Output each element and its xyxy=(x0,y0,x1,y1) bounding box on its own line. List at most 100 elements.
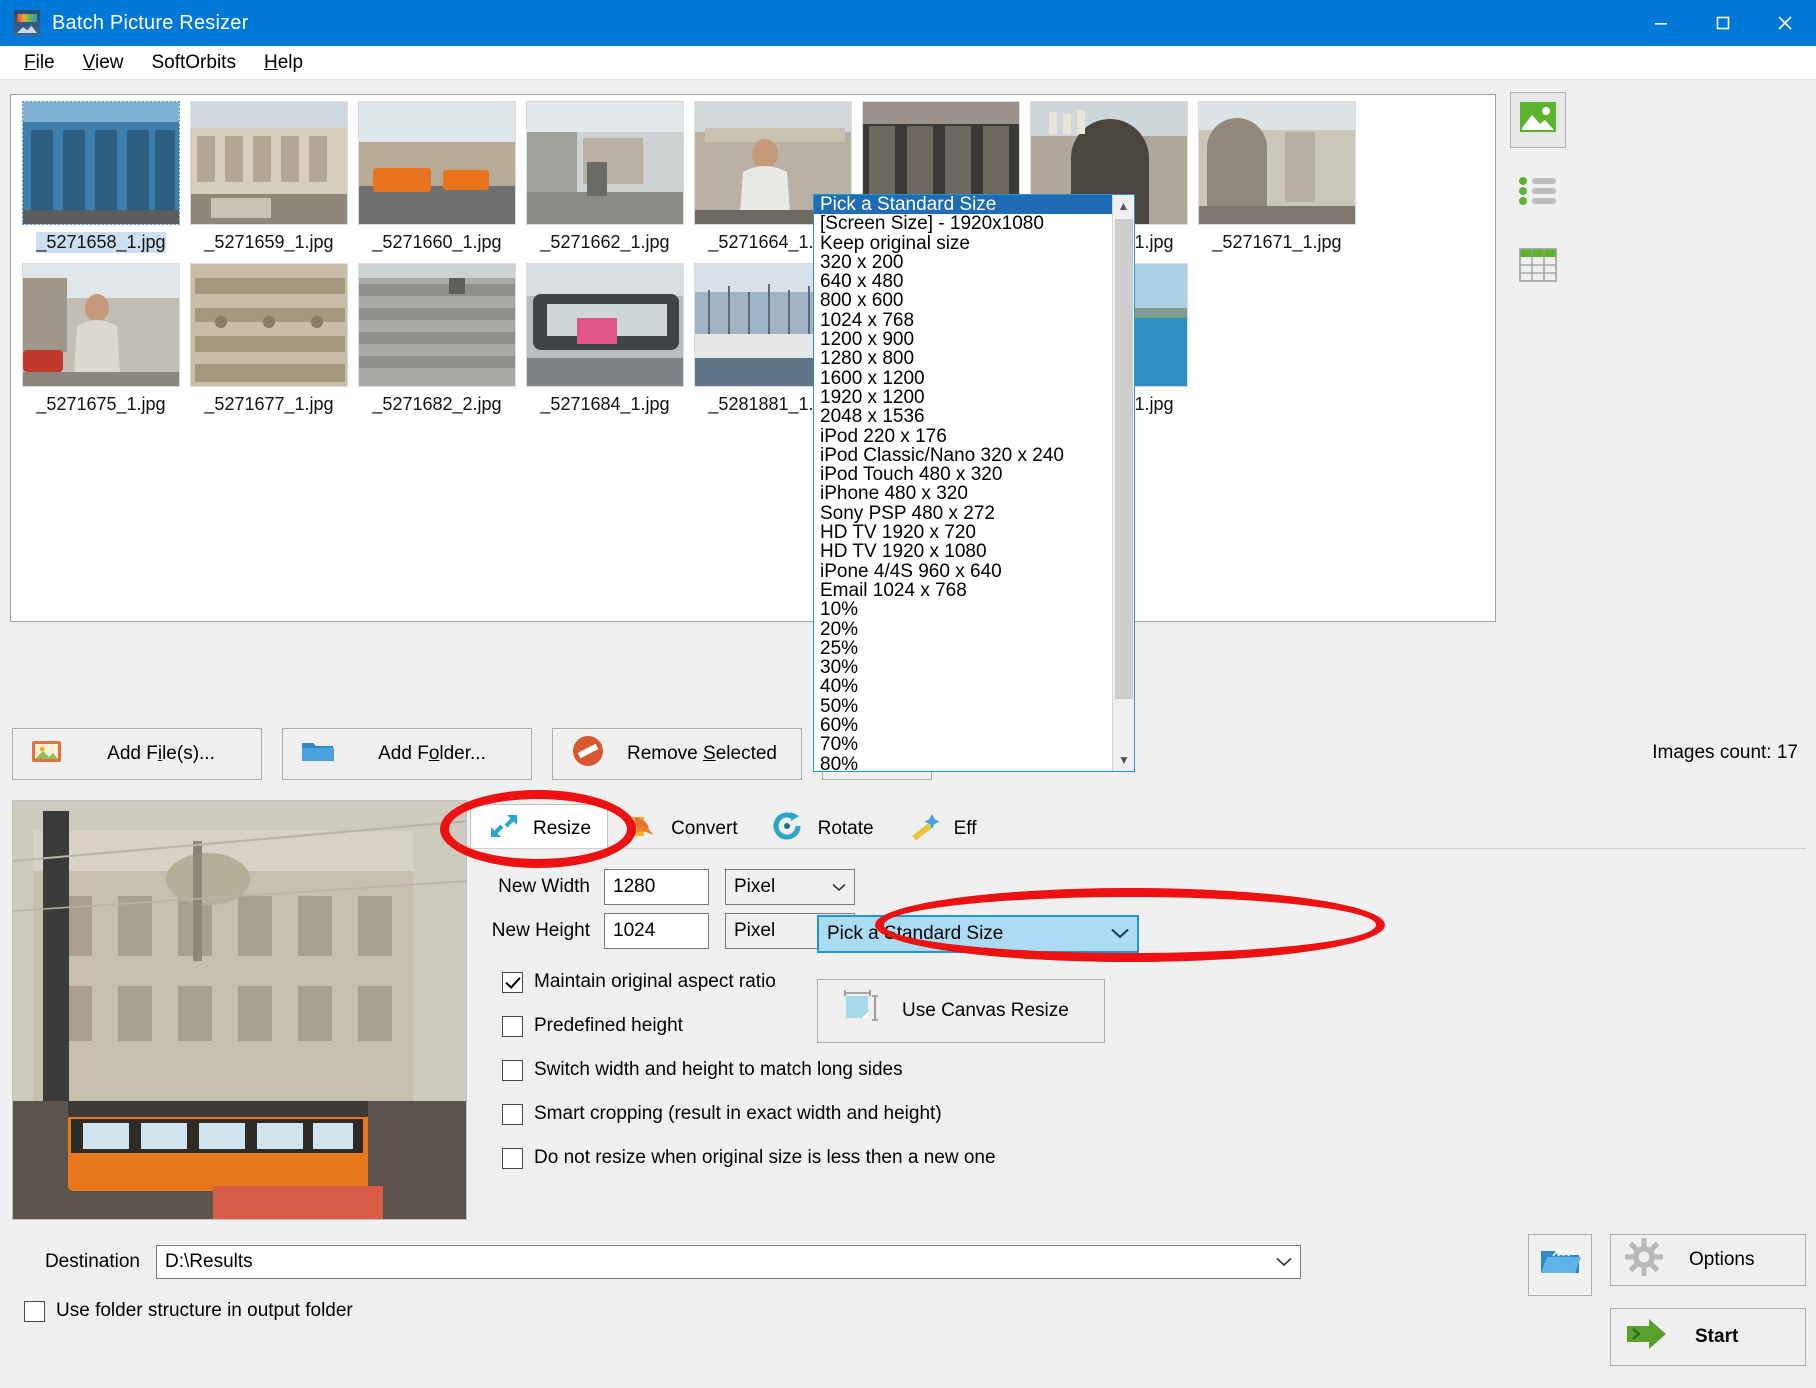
thumbnail-image[interactable] xyxy=(526,101,684,225)
new-width-input[interactable]: 1280 xyxy=(604,869,709,905)
standard-size-select[interactable]: Pick a Standard Size xyxy=(817,915,1139,953)
dropdown-scrollbar[interactable]: ▲ ▼ xyxy=(1112,195,1134,771)
thumbnail-image[interactable] xyxy=(358,263,516,387)
thumbnails-view-button[interactable] xyxy=(1510,92,1566,148)
resize-option-row[interactable]: Switch width and height to match long si… xyxy=(502,1059,1806,1081)
resize-option-checkbox[interactable] xyxy=(502,1016,523,1037)
dropdown-item[interactable]: 60% xyxy=(814,716,1134,735)
resize-option-checkbox[interactable] xyxy=(502,1148,523,1169)
use-folder-structure-checkbox[interactable] xyxy=(24,1301,45,1322)
thumbnail-image[interactable] xyxy=(190,263,348,387)
thumbnail-image[interactable] xyxy=(22,263,180,387)
browse-destination-button[interactable] xyxy=(1528,1234,1592,1296)
add-files-button[interactable]: Add File(s)... xyxy=(12,728,262,780)
dropdown-item[interactable]: 40% xyxy=(814,677,1134,696)
dropdown-item[interactable]: Email 1024 x 768 xyxy=(814,581,1134,600)
list-view-button[interactable] xyxy=(1510,166,1566,222)
thumbnail-image[interactable] xyxy=(22,101,180,225)
menu-item-softorbits[interactable]: SoftOrbits xyxy=(137,49,249,77)
thumbnail-item[interactable]: _5271662_1.jpg xyxy=(524,101,686,253)
dropdown-item[interactable]: 1920 x 1200 xyxy=(814,388,1134,407)
dropdown-item[interactable]: 1280 x 800 xyxy=(814,349,1134,368)
scroll-up-arrow-icon[interactable]: ▲ xyxy=(1113,195,1134,217)
chevron-down-icon[interactable] xyxy=(1276,1251,1292,1273)
resize-option-row[interactable]: Smart cropping (result in exact width an… xyxy=(502,1103,1806,1125)
resize-option-checkbox[interactable] xyxy=(502,972,523,993)
remove-selected-label: Remove Selected xyxy=(621,743,783,765)
dropdown-item[interactable]: 2048 x 1536 xyxy=(814,407,1134,426)
dropdown-item[interactable]: Sony PSP 480 x 272 xyxy=(814,504,1134,523)
thumbnail-filename: _5271675_1.jpg xyxy=(36,394,165,415)
thumbnail-item[interactable]: _5271677_1.jpg xyxy=(188,263,350,415)
dropdown-item[interactable]: [Screen Size] - 1920x1080 xyxy=(814,214,1134,233)
thumbnail-item[interactable]: _5271682_2.jpg xyxy=(356,263,518,415)
scroll-down-arrow-icon[interactable]: ▼ xyxy=(1113,749,1135,771)
dropdown-item[interactable]: Keep original size xyxy=(814,234,1134,253)
dropdown-item[interactable]: 1024 x 768 xyxy=(814,311,1134,330)
resize-option-row[interactable]: Do not resize when original size is less… xyxy=(502,1147,1806,1169)
thumbnail-item[interactable]: _5271659_1.jpg xyxy=(188,101,350,253)
use-folder-structure-row[interactable]: Use folder structure in output folder xyxy=(24,1300,353,1322)
table-view-button[interactable] xyxy=(1510,240,1566,296)
thumbnail-item[interactable]: _5271660_1.jpg xyxy=(356,101,518,253)
use-canvas-resize-button[interactable]: Use Canvas Resize xyxy=(817,979,1105,1043)
tab-effects[interactable]: Eff xyxy=(891,804,994,852)
dropdown-item[interactable]: iPod Classic/Nano 320 x 240 xyxy=(814,446,1134,465)
maximize-button[interactable] xyxy=(1692,0,1754,46)
dropdown-item[interactable]: 1600 x 1200 xyxy=(814,369,1134,388)
dropdown-item[interactable]: iPod Touch 480 x 320 xyxy=(814,465,1134,484)
dropdown-item[interactable]: 640 x 480 xyxy=(814,272,1134,291)
options-button[interactable]: Options xyxy=(1610,1234,1806,1286)
destination-input[interactable]: D:\Results xyxy=(156,1245,1301,1279)
dropdown-item[interactable]: 320 x 200 xyxy=(814,253,1134,272)
new-width-unit-select[interactable]: Pixel xyxy=(725,869,855,905)
tab-rotate-label: Rotate xyxy=(818,818,874,840)
dropdown-item[interactable]: 10% xyxy=(814,600,1134,619)
tab-resize[interactable]: Resize xyxy=(470,804,608,852)
start-button[interactable]: Start xyxy=(1610,1308,1806,1366)
dropdown-item[interactable]: Pick a Standard Size xyxy=(814,195,1134,214)
minimize-button[interactable] xyxy=(1630,0,1692,46)
remove-selected-button[interactable]: Remove Selected xyxy=(552,728,802,780)
dropdown-item[interactable]: iPod 220 x 176 xyxy=(814,427,1134,446)
table-view-icon xyxy=(1519,248,1557,288)
thumbnail-item[interactable]: _5271658_1.jpg xyxy=(20,101,182,253)
resize-option-row[interactable]: Predefined height xyxy=(502,1015,1806,1037)
menu-item-view[interactable]: View xyxy=(69,49,138,77)
dropdown-item[interactable]: 20% xyxy=(814,620,1134,639)
dropdown-item[interactable]: iPhone 480 x 320 xyxy=(814,484,1134,503)
dropdown-item[interactable]: HD TV 1920 x 720 xyxy=(814,523,1134,542)
resize-option-checkbox[interactable] xyxy=(502,1060,523,1081)
thumbnail-item[interactable]: _5271684_1.jpg xyxy=(524,263,686,415)
dropdown-item[interactable]: 1200 x 900 xyxy=(814,330,1134,349)
tab-convert[interactable]: Convert xyxy=(608,804,755,852)
thumbnail-image[interactable] xyxy=(358,101,516,225)
thumbnail-item[interactable]: _5271671_1.jpg xyxy=(1196,101,1358,253)
menu-item-help-rest: elp xyxy=(278,52,303,73)
dropdown-item[interactable]: 50% xyxy=(814,697,1134,716)
close-button[interactable] xyxy=(1754,0,1816,46)
add-folder-button[interactable]: Add Folder... xyxy=(282,728,532,780)
dropdown-item[interactable]: 70% xyxy=(814,735,1134,754)
dropdown-item[interactable]: 80% xyxy=(814,755,1134,772)
add-files-label: Add File(s)... xyxy=(79,743,243,765)
dropdown-item[interactable]: 800 x 600 xyxy=(814,291,1134,310)
resize-option-checkbox[interactable] xyxy=(502,1104,523,1125)
open-folder-icon xyxy=(1539,1245,1581,1285)
resize-option-row[interactable]: Maintain original aspect ratio xyxy=(502,971,1806,993)
thumbnail-list-panel[interactable]: _5271658_1.jpg _5271659_1.jpg _5271660_1… xyxy=(10,94,1496,622)
dropdown-item[interactable]: iPone 4/4S 960 x 640 xyxy=(814,562,1134,581)
dropdown-item[interactable]: 30% xyxy=(814,658,1134,677)
new-height-input[interactable]: 1024 xyxy=(604,913,709,949)
scrollbar-thumb[interactable] xyxy=(1115,219,1133,699)
thumbnail-image[interactable] xyxy=(1198,101,1356,225)
standard-size-dropdown-list[interactable]: Pick a Standard Size[Screen Size] - 1920… xyxy=(813,194,1135,772)
thumbnail-item[interactable]: _5271675_1.jpg xyxy=(20,263,182,415)
tab-rotate[interactable]: Rotate xyxy=(755,804,891,852)
dropdown-item[interactable]: HD TV 1920 x 1080 xyxy=(814,542,1134,561)
menu-item-help[interactable]: Help xyxy=(250,49,317,77)
dropdown-item[interactable]: 25% xyxy=(814,639,1134,658)
thumbnail-image[interactable] xyxy=(526,263,684,387)
thumbnail-image[interactable] xyxy=(190,101,348,225)
menu-item-file[interactable]: File xyxy=(10,49,69,77)
